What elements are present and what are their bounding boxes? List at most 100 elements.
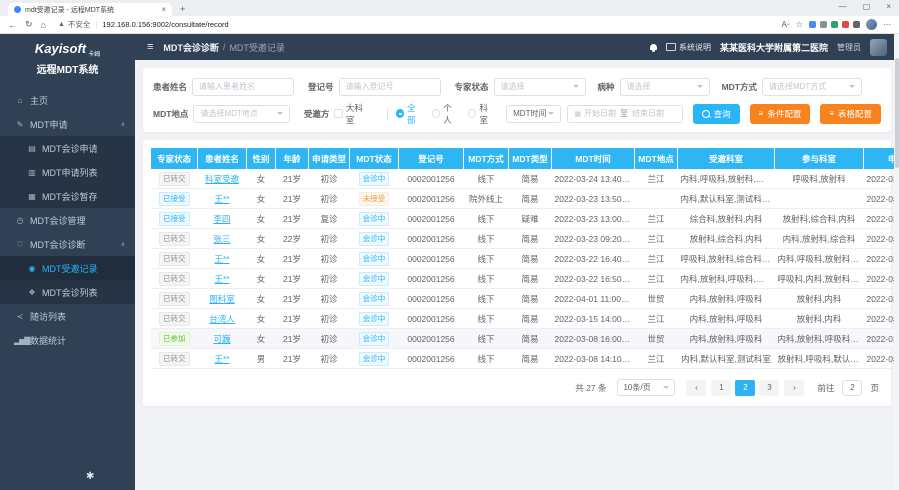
sidebar-item-statistics[interactable]: ▂▅▇数据统计: [0, 328, 135, 352]
mdt-mode-select[interactable]: 请选择MDT方式: [762, 78, 862, 96]
sidebar-item-mdt-consult-list[interactable]: ❖MDT会诊列表: [0, 280, 135, 304]
expert-status-select[interactable]: 请选择: [494, 78, 586, 96]
search-button[interactable]: 查询: [693, 104, 740, 124]
page-button-3[interactable]: 3: [759, 380, 779, 396]
chevron-down-icon: [849, 85, 855, 88]
security-label: 不安全: [68, 19, 91, 30]
cell-mdt_type: 简易: [509, 169, 552, 189]
minimize-button[interactable]: —: [839, 2, 847, 11]
tab-favicon-icon: [14, 6, 21, 13]
dept-group-checkbox[interactable]: 大科室: [334, 102, 369, 126]
page-scrollbar[interactable]: [894, 34, 899, 490]
extension-icon[interactable]: [831, 21, 838, 28]
bell-icon[interactable]: [650, 44, 657, 50]
back-icon[interactable]: ←: [8, 20, 17, 30]
prev-page-button[interactable]: ‹: [686, 380, 706, 396]
maximize-button[interactable]: ▢: [863, 2, 871, 11]
cell-invited_depts: 内科,放射科,呼吸科,影像科: [678, 269, 775, 289]
patient-name-link[interactable]: 科室受邀: [205, 174, 239, 184]
sidebar-item-mdt-consult-apply[interactable]: ▤MDT会诊申请: [0, 136, 135, 160]
sidebar-item-mdt-consult-draft[interactable]: ▦MDT会诊暂存: [0, 184, 135, 208]
status-badge: 会诊中: [359, 352, 390, 366]
browser-menu-icon[interactable]: ⋯: [883, 20, 891, 29]
table-row: 已转交王**女21岁初诊会诊中0002001256线下简易2022-03-22 …: [151, 249, 899, 269]
mdt-place-label: MDT地点: [153, 108, 188, 120]
date-range-input[interactable]: ▦ 开始日期 至 结束日期: [567, 105, 682, 123]
extension-icon[interactable]: [809, 21, 816, 28]
column-header-gender: 性别: [247, 148, 276, 169]
extension-icon[interactable]: [842, 21, 849, 28]
disease-select[interactable]: 请选择: [620, 78, 710, 96]
browser-profile-avatar[interactable]: [866, 19, 877, 30]
tab-close-icon[interactable]: ×: [161, 6, 166, 14]
gear-icon[interactable]: ✱: [86, 471, 94, 482]
filter-row-2: MDT地点 请选择MDT地点 受邀方 大科室: [153, 103, 881, 124]
cell-mdt_status: 会诊中: [350, 229, 399, 249]
cell-mdt_time: 2022-03-08 16:00:00: [552, 329, 635, 349]
patient-name-link[interactable]: 台湾人: [209, 314, 235, 324]
cell-mdt_mode: 线下: [464, 269, 509, 289]
cell-mdt_place: 兰江: [635, 349, 678, 369]
patient-name-link[interactable]: 李四: [213, 214, 230, 224]
sidebar-item-mdt-invite-record[interactable]: ◉MDT受邀记录: [0, 256, 135, 280]
mdt-consult-list-icon: ❖: [26, 288, 37, 297]
goto-page-input[interactable]: 2: [842, 380, 862, 396]
patient-name-link[interactable]: 可巍: [213, 334, 230, 344]
patient-name-link[interactable]: 王**: [214, 254, 229, 264]
patient-name-link[interactable]: 王**: [214, 194, 229, 204]
favorite-icon[interactable]: ☆: [796, 20, 803, 29]
config-icon: ≡: [829, 109, 834, 118]
cell-mdt_type: 简易: [509, 309, 552, 329]
cell-join_depts: 内科,放射科,呼吸科,测试科室: [775, 329, 864, 349]
sidebar-item-label: MDT会诊申请: [42, 142, 98, 155]
table-row: 已转交王**男21岁初诊会诊中0002001256线下简易2022-03-08 …: [151, 349, 899, 369]
sidebar-item-mdt-consult-diagnose[interactable]: ♡MDT会诊诊断∧: [0, 232, 135, 256]
sidebar-item-mdt-apply-list[interactable]: ▥MDT申请列表: [0, 160, 135, 184]
cell-gender: 女: [247, 209, 276, 229]
condition-config-button[interactable]: ≡ 条件配置: [750, 104, 811, 124]
refresh-icon[interactable]: ↻: [25, 19, 33, 30]
patient-name-input[interactable]: 请输入患者姓名: [192, 78, 294, 96]
url-field[interactable]: ▲ 不安全 | 192.168.0.156:9002/consultate/re…: [58, 19, 773, 30]
sidebar-item-followup-list[interactable]: ≺随访列表: [0, 304, 135, 328]
table-row: 已参加可巍女21岁初诊会诊中0002001256线下简易2022-03-08 1…: [151, 329, 899, 349]
table-config-button[interactable]: ≡ 表格配置: [820, 104, 881, 124]
patient-name-link[interactable]: 王**: [214, 274, 229, 284]
patient-name-link[interactable]: 张三: [213, 234, 230, 244]
cell-join_depts: 内科,呼吸科,放射科,综合科: [775, 249, 864, 269]
cell-mdt_time: 2022-03-08 14:10:00: [552, 349, 635, 369]
user-avatar[interactable]: [870, 39, 887, 56]
page-size-select[interactable]: 10条/页: [617, 379, 675, 396]
cell-name: 台湾人: [198, 309, 247, 329]
page-button-1[interactable]: 1: [711, 380, 731, 396]
patient-name-link[interactable]: 王**: [214, 354, 229, 364]
radio-personal[interactable]: 个人: [432, 102, 459, 126]
collapse-menu-icon[interactable]: ≡: [147, 41, 153, 53]
extension-icon[interactable]: [820, 21, 827, 28]
new-tab-button[interactable]: +: [180, 4, 185, 14]
browser-tab[interactable]: mdt受邀记录 - 远程MDT系统 ×: [8, 3, 172, 16]
cell-mdt_mode: 线下: [464, 249, 509, 269]
cell-name: 王**: [198, 189, 247, 209]
extension-icon[interactable]: [853, 21, 860, 28]
cell-mdt_status: 会诊中: [350, 349, 399, 369]
sidebar-item-mdt-consult-manage[interactable]: ◷MDT会诊管理: [0, 208, 135, 232]
next-page-button[interactable]: ›: [784, 380, 804, 396]
reg-no-input[interactable]: 请输入登记号: [339, 78, 441, 96]
cell-name: 李四: [198, 209, 247, 229]
sidebar-item-home[interactable]: ⌂主页: [0, 88, 135, 112]
close-button[interactable]: ×: [886, 2, 891, 11]
home-icon[interactable]: ⌂: [41, 20, 46, 30]
patient-name-link[interactable]: 图科室: [209, 294, 235, 304]
sidebar-item-label: MDT申请列表: [42, 166, 98, 179]
page-button-2[interactable]: 2: [735, 380, 755, 396]
radio-dept[interactable]: 科室: [468, 102, 495, 126]
mdt-time-select[interactable]: MDT时间: [506, 105, 561, 123]
mdt-place-select[interactable]: 请选择MDT地点: [193, 105, 289, 123]
breadcrumb-current: MDT受邀记录: [229, 41, 285, 54]
system-help-link[interactable]: 系统说明: [666, 42, 711, 53]
cell-reg_no: 0002001256: [399, 349, 464, 369]
read-aloud-icon[interactable]: Aᵕ: [781, 20, 789, 29]
sidebar-item-mdt-apply[interactable]: ✎MDT申请∧: [0, 112, 135, 136]
radio-all[interactable]: 全部: [396, 102, 423, 126]
